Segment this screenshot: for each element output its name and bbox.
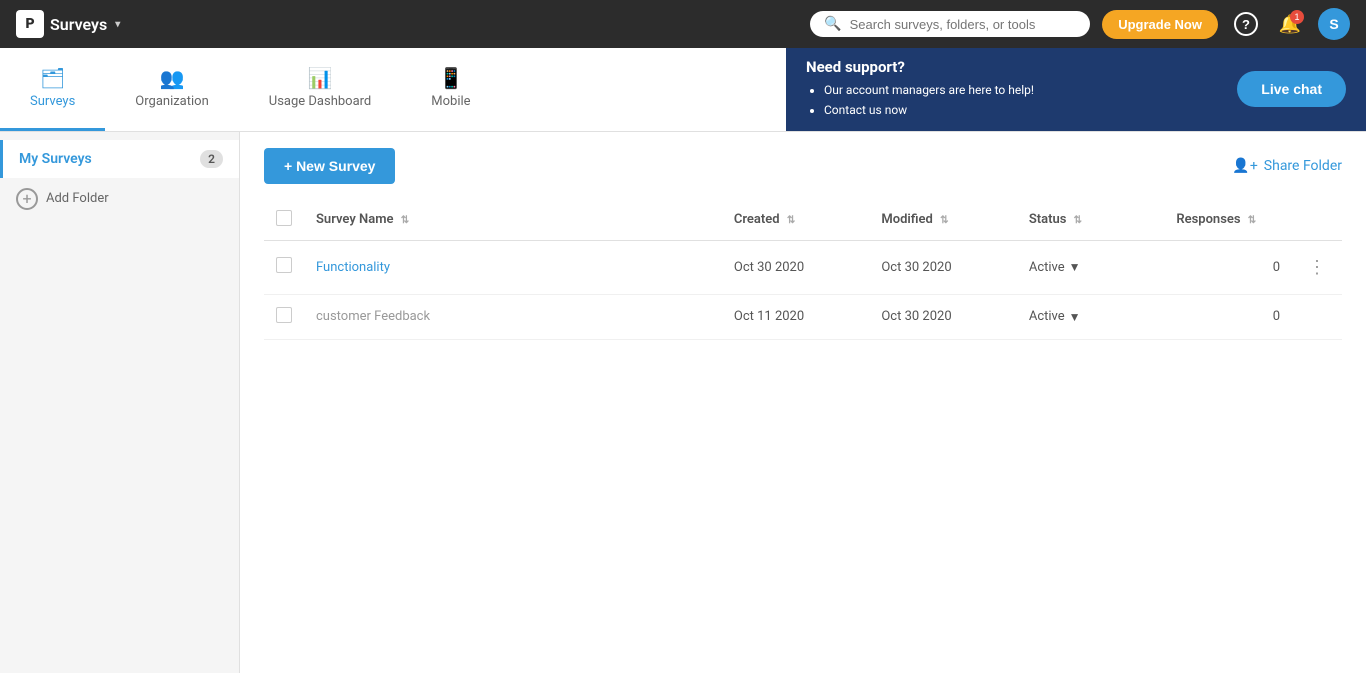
share-folder-icon: 👤+	[1232, 158, 1257, 174]
row1-checkbox[interactable]	[276, 257, 292, 273]
column-header-responses[interactable]: Responses ⇅	[1164, 200, 1292, 241]
name-sort-icon: ⇅	[401, 215, 409, 226]
column-header-actions	[1292, 200, 1342, 241]
surveys-table: Survey Name ⇅ Created ⇅ Modified ⇅ Statu…	[264, 200, 1342, 340]
row2-checkbox[interactable]	[276, 307, 292, 323]
help-button[interactable]: ?	[1230, 8, 1262, 40]
my-surveys-label: My Surveys	[19, 151, 92, 167]
created-sort-icon: ⇅	[787, 215, 795, 226]
secondary-nav: 🗂 Surveys 👥 Organization 📊 Usage Dashboa…	[0, 48, 1366, 132]
surveys-tab-icon: 🗂	[40, 66, 65, 90]
row1-name-cell: Functionality	[304, 240, 722, 294]
row1-status-dropdown[interactable]: Active ▼	[1029, 260, 1152, 275]
row1-responses: 0	[1273, 260, 1280, 275]
row1-more-button[interactable]: ⋮	[1304, 253, 1330, 282]
row2-status-cell: Active ▼	[1017, 294, 1164, 339]
avatar-button[interactable]: S	[1318, 8, 1350, 40]
main-content: My Surveys 2 + Add Folder + New Survey 👤…	[0, 132, 1366, 673]
share-folder-label: Share Folder	[1264, 158, 1342, 174]
search-input[interactable]	[850, 17, 1077, 32]
row1-created-cell: Oct 30 2020	[722, 240, 869, 294]
row2-created-cell: Oct 11 2020	[722, 294, 869, 339]
tab-organization[interactable]: 👥 Organization	[105, 48, 238, 131]
top-nav: P Surveys ▾ 🔍 Upgrade Now ? 🔔 1 S	[0, 0, 1366, 48]
help-icon: ?	[1234, 12, 1258, 36]
table-row: Functionality Oct 30 2020 Oct 30 2020 Ac…	[264, 240, 1342, 294]
sidebar: My Surveys 2 + Add Folder	[0, 132, 240, 673]
app-title: Surveys	[50, 15, 107, 34]
select-all-header	[264, 200, 304, 241]
app-dropdown-arrow[interactable]: ▾	[115, 19, 120, 30]
survey-list: + New Survey 👤+ Share Folder Survey Name…	[240, 132, 1366, 673]
row2-status-arrow: ▼	[1069, 310, 1081, 324]
mobile-tab-icon: 📱	[438, 66, 463, 90]
sidebar-item-my-surveys[interactable]: My Surveys 2	[0, 140, 239, 178]
support-text: Need support? Our account managers are h…	[806, 58, 1034, 121]
support-banner: Need support? Our account managers are h…	[786, 48, 1366, 131]
my-surveys-count: 2	[200, 150, 223, 168]
select-all-checkbox[interactable]	[276, 210, 292, 226]
row1-status-arrow: ▼	[1069, 260, 1081, 274]
app-logo-area: P Surveys ▾	[16, 10, 120, 38]
row1-checkbox-cell	[264, 240, 304, 294]
row1-survey-link[interactable]: Functionality	[316, 260, 390, 275]
column-header-name[interactable]: Survey Name ⇅	[304, 200, 722, 241]
row2-survey-link[interactable]: customer Feedback	[316, 309, 430, 324]
support-bullet1: Our account managers are here to help!	[824, 80, 1034, 100]
modified-sort-icon: ⇅	[940, 215, 948, 226]
row1-actions-cell: ⋮	[1292, 240, 1342, 294]
app-logo: P	[16, 10, 44, 38]
search-icon: 🔍	[824, 16, 841, 32]
upgrade-button[interactable]: Upgrade Now	[1102, 10, 1218, 39]
notifications-button[interactable]: 🔔 1	[1274, 8, 1306, 40]
add-folder-item[interactable]: + Add Folder	[0, 178, 239, 220]
add-folder-label: Add Folder	[46, 191, 109, 206]
column-header-created[interactable]: Created ⇅	[722, 200, 869, 241]
organization-tab-label: Organization	[135, 94, 208, 109]
row2-status: Active	[1029, 309, 1065, 324]
row2-responses: 0	[1273, 309, 1280, 324]
row2-modified: Oct 30 2020	[881, 309, 951, 324]
usage-dashboard-tab-icon: 📊	[308, 66, 333, 90]
support-title: Need support?	[806, 58, 1034, 76]
notification-badge: 1	[1290, 10, 1304, 24]
survey-list-header: + New Survey 👤+ Share Folder	[264, 148, 1342, 184]
mobile-tab-label: Mobile	[431, 94, 470, 109]
row1-modified: Oct 30 2020	[881, 260, 951, 275]
row2-modified-cell: Oct 30 2020	[869, 294, 1016, 339]
column-header-status[interactable]: Status ⇅	[1017, 200, 1164, 241]
responses-sort-icon: ⇅	[1248, 215, 1256, 226]
top-nav-right: 🔍 Upgrade Now ? 🔔 1 S	[810, 8, 1350, 40]
tab-mobile[interactable]: 📱 Mobile	[401, 48, 500, 131]
live-chat-button[interactable]: Live chat	[1237, 71, 1346, 107]
organization-tab-icon: 👥	[160, 66, 185, 90]
table-row: customer Feedback Oct 11 2020 Oct 30 202…	[264, 294, 1342, 339]
surveys-tab-label: Surveys	[30, 94, 75, 109]
tab-usage-dashboard[interactable]: 📊 Usage Dashboard	[239, 48, 402, 131]
new-survey-button[interactable]: + New Survey	[264, 148, 395, 184]
column-header-modified[interactable]: Modified ⇅	[869, 200, 1016, 241]
nav-tabs: 🗂 Surveys 👥 Organization 📊 Usage Dashboa…	[0, 48, 501, 131]
row2-responses-cell: 0	[1164, 294, 1292, 339]
usage-dashboard-tab-label: Usage Dashboard	[269, 94, 372, 109]
row2-created: Oct 11 2020	[734, 309, 804, 324]
row2-name-cell: customer Feedback	[304, 294, 722, 339]
row2-checkbox-cell	[264, 294, 304, 339]
row1-modified-cell: Oct 30 2020	[869, 240, 1016, 294]
status-sort-icon: ⇅	[1074, 215, 1082, 226]
share-folder-button[interactable]: 👤+ Share Folder	[1232, 158, 1342, 174]
row1-created: Oct 30 2020	[734, 260, 804, 275]
tab-surveys[interactable]: 🗂 Surveys	[0, 48, 105, 131]
row1-status: Active	[1029, 260, 1065, 275]
row2-status-dropdown[interactable]: Active ▼	[1029, 309, 1152, 324]
search-bar[interactable]: 🔍	[810, 11, 1090, 37]
row1-status-cell: Active ▼	[1017, 240, 1164, 294]
support-bullet2: Contact us now	[824, 100, 1034, 120]
row2-actions-cell	[1292, 294, 1342, 339]
add-folder-icon: +	[16, 188, 38, 210]
row1-responses-cell: 0	[1164, 240, 1292, 294]
